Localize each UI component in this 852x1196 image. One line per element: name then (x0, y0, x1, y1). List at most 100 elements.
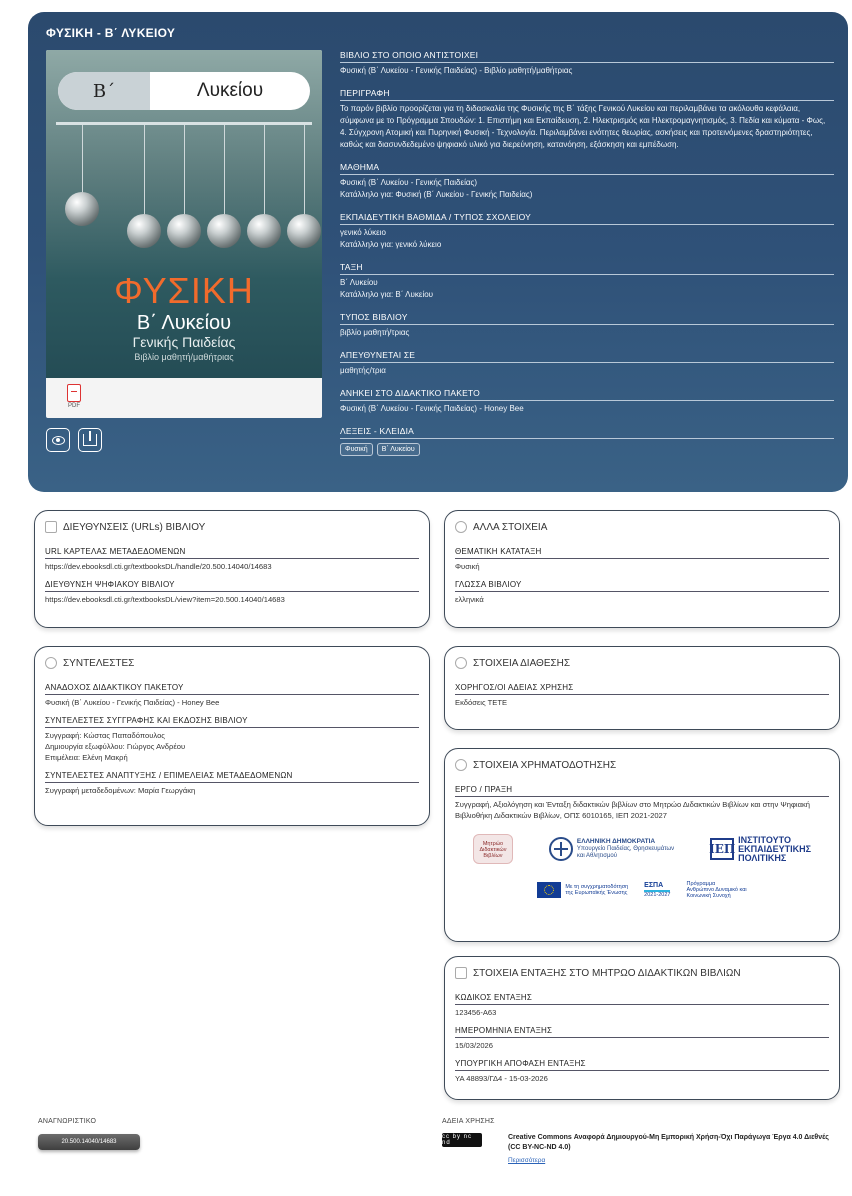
card-title: ΣΤΟΙΧΕΙΑ ΔΙΑΘΕΣΗΣ (473, 657, 571, 669)
field-label: ΣΥΝΤΕΛΕΣΤΕΣ ΣΥΓΓΡΑΦΗΣ ΚΑΙ ΕΚΔΟΣΗΣ ΒΙΒΛΙΟ… (45, 716, 419, 728)
cradle-ball (287, 214, 321, 248)
meta-label: ΜΑΘΗΜΑ (340, 162, 834, 175)
meta-value: βιβλίο μαθητή/τριας (340, 328, 410, 337)
contributors-card: ΣΥΝΤΕΛΕΣΤΕΣ ΑΝΑΔΟΧΟΣ ΔΙΔΑΚΤΙΚΟΥ ΠΑΚΕΤΟΥ … (34, 646, 430, 826)
triangle-icon (455, 759, 467, 771)
digital-book-url-link[interactable]: https://dev.ebooksdl.cti.gr/textbooksDL/… (45, 594, 419, 605)
cradle-ball (65, 192, 99, 226)
meta-group: ΑΠΕΥΘΥΝΕΤΑΙ ΣΕ μαθητής/τρια (340, 350, 834, 377)
field-value: 123456-A63 (455, 1008, 497, 1017)
field-value: Εκδόσεις ΤΕΤΕ (455, 698, 508, 707)
cover-pill-right: Λυκείου (196, 80, 264, 101)
meta-group-keywords: ΛΕΞΕΙΣ - ΚΛΕΙΔΙΑ Φυσική Β΄ Λυκείου (340, 426, 834, 456)
cradle-string (264, 125, 265, 221)
cradle-string (304, 125, 305, 221)
meta-value: Το παρόν βιβλίο προορίζεται για τη διδασ… (340, 104, 826, 149)
field-value: ελληνικά (455, 595, 484, 604)
cradle-ball (247, 214, 281, 248)
cradle-ball (127, 214, 161, 248)
registry-icon (455, 967, 467, 979)
field-label: ΗΜΕΡΟΜΗΝΙΑ ΕΝΤΑΞΗΣ (455, 1026, 829, 1038)
field-value: 15/03/2026 (455, 1041, 494, 1050)
keyword-tags: Φυσική Β΄ Λυκείου (340, 443, 834, 456)
cradle-string (82, 125, 83, 195)
cover-book-type: Βιβλίο μαθητή/μαθήτριας (134, 352, 234, 362)
meta-group: ΤΑΞΗ Β΄ Λυκείου Κατάλληλο για: Β΄ Λυκείο… (340, 262, 834, 301)
keyword-tag[interactable]: Φυσική (340, 443, 373, 456)
availability-card: ΣΤΟΙΧΕΙΑ ΔΙΑΘΕΣΗΣ ΧΟΡΗΓΟΣ/ΟΙ ΑΔΕΙΑΣ ΧΡΗΣ… (444, 646, 840, 730)
pdf-label: PDF (68, 403, 80, 409)
meta-group: ΑΝΗΚΕΙ ΣΤΟ ΔΙΔΑΚΤΙΚΟ ΠΑΚΕΤΟ Φυσική (Β΄ Λ… (340, 388, 834, 415)
field-label: ΧΟΡΗΓΟΣ/ΟΙ ΑΔΕΙΑΣ ΧΡΗΣΗΣ (455, 683, 829, 695)
cradle-ball (167, 214, 201, 248)
meta-group: ΠΕΡΙΓΡΑΦΗ Το παρόν βιβλίο προορίζεται γι… (340, 88, 834, 151)
book-cover-image[interactable]: Β΄ Λυκείου ΦΥΣΙΚΗ Β΄ Λυκείου Γενικής Παι… (46, 50, 322, 378)
field-label: ΑΝΑΔΟΧΟΣ ΔΙΔΑΚΤΙΚΟΥ ΠΑΚΕΤΟΥ (45, 683, 419, 695)
funding-logos-row: Μητρώο Διδακτικών Βιβλίων ΕΛΛΗΝΙΚΗ ΔΗΜΟΚ… (455, 829, 829, 869)
eu-flag-icon (537, 882, 562, 898)
book-metadata: ΒΙΒΛΙΟ ΣΤΟ ΟΠΟΙΟ ΑΝΤΙΣΤΟΙΧΕΙ Φυσική (Β΄ … (340, 50, 834, 467)
espa-logo: ΕΣΠΑ 2021-2027 (644, 882, 671, 898)
field-label: ΘΕΜΑΤΙΚΗ ΚΑΤΑΤΑΞΗ (455, 547, 829, 559)
identifier-copy-button[interactable]: 20.500.14040/14683 (38, 1134, 140, 1150)
meta-group: ΜΑΘΗΜΑ Φυσική (Β΄ Λυκείου - Γενικής Παιδ… (340, 162, 834, 201)
license-more-link[interactable]: Περισσότερα (508, 1157, 545, 1164)
card-title: ΑΛΛΑ ΣΤΟΙΧΕΙΑ (473, 521, 548, 533)
cradle-ball (207, 214, 241, 248)
field-value: Φυσική (455, 562, 480, 571)
meta-value: Φυσική (Β΄ Λυκείου - Γενικής Παιδείας) -… (340, 66, 573, 75)
meta-label: ΕΚΠΑΙΔΕΥΤΙΚΗ ΒΑΘΜΙΔΑ / ΤΥΠΟΣ ΣΧΟΛΕΙΟΥ (340, 212, 834, 225)
cover-grade-pill: Β΄ Λυκείου (58, 72, 310, 110)
meta-value: Κατάλληλο για: Φυσική (Β΄ Λυκείου - Γενι… (340, 190, 533, 199)
keyword-tag[interactable]: Β΄ Λυκείου (376, 443, 420, 456)
field-label: ΚΩΔΙΚΟΣ ΕΝΤΑΞΗΣ (455, 993, 829, 1005)
view-button[interactable] (46, 428, 70, 452)
card-title: ΣΥΝΤΕΛΕΣΤΕΣ (63, 657, 135, 669)
mitroo-logo: Μητρώο Διδακτικών Βιβλίων (472, 834, 513, 864)
field-value: Φυσική (Β΄ Λυκείου - Γενικής Παιδείας) -… (45, 698, 220, 707)
info-icon (455, 521, 467, 533)
card-title: ΣΤΟΙΧΕΙΑ ΕΝΤΑΞΗΣ ΣΤΟ ΜΗΤΡΩΟ ΔΙΔΑΚΤΙΚΩΝ Β… (473, 967, 741, 979)
field-value: Συγγραφή, Αξιολόγηση και Ένταξη διδακτικ… (455, 800, 810, 820)
meta-label: ΒΙΒΛΙΟ ΣΤΟ ΟΠΟΙΟ ΑΝΤΙΣΤΟΙΧΕΙ (340, 50, 834, 63)
hellenic-republic-logo: ΕΛΛΗΝΙΚΗ ΔΗΜΟΚΡΑΤΙΑ Υπουργείο Παιδείας, … (548, 837, 674, 861)
field-label: ΔΙΕΥΘΥΝΣΗ ΨΗΦΙΑΚΟΥ ΒΙΒΛΙΟΥ (45, 580, 419, 592)
field-value: Επιμέλεια: Ελένη Μακρή (45, 753, 128, 762)
meta-label: ΑΝΗΚΕΙ ΣΤΟ ΔΙΔΑΚΤΙΚΟ ΠΑΚΕΤΟ (340, 388, 834, 401)
meta-value: Κατάλληλο για: Β΄ Λυκείου (340, 290, 434, 299)
metadata-url-link[interactable]: https://dev.ebooksdl.cti.gr/textbooksDL/… (45, 561, 419, 572)
meta-value: γενικό λύκειο (340, 228, 386, 237)
meta-label: ΑΠΕΥΘΥΝΕΤΑΙ ΣΕ (340, 350, 834, 363)
book-title: ΦΥΣΙΚΗ - Β΄ ΛΥΚΕΙΟΥ (46, 26, 176, 40)
cover-track: Γενικής Παιδείας (132, 334, 236, 350)
program-logo: Πρόγραμμα Ανθρώπινο Δυναμικό και Κοινωνι… (686, 881, 747, 899)
people-icon (45, 657, 57, 669)
download-icon (83, 431, 97, 446)
funding-card: ΣΤΟΙΧΕΙΑ ΧΡΗΜΑΤΟΔΟΤΗΣΗΣ ΕΡΓΟ / ΠΡΑΞΗ Συγ… (444, 748, 840, 942)
meta-group: ΕΚΠΑΙΔΕΥΤΙΚΗ ΒΑΘΜΙΔΑ / ΤΥΠΟΣ ΣΧΟΛΕΙΟΥ γε… (340, 212, 834, 251)
field-label: ΓΛΩΣΣΑ ΒΙΒΛΙΟΥ (455, 580, 829, 592)
license-label: ΑΔΕΙΑ ΧΡΗΣΗΣ (442, 1118, 495, 1125)
pdf-icon[interactable]: PDF (64, 384, 84, 412)
field-label: ΕΡΓΟ / ΠΡΑΞΗ (455, 785, 829, 797)
license-text: Creative Commons Αναφορά Δημιουργού-Μη Ε… (508, 1134, 829, 1151)
cover-pill-left: Β΄ (58, 72, 150, 110)
download-button[interactable] (78, 428, 102, 452)
meta-label: ΛΕΞΕΙΣ - ΚΛΕΙΔΙΑ (340, 426, 834, 439)
field-value: Συγγραφή μεταδεδομένων: Μαρία Γεωργάκη (45, 786, 196, 795)
meta-value: Φυσική (Β΄ Λυκείου - Γενικής Παιδείας) (340, 178, 477, 187)
registry-card: ΣΤΟΙΧΕΙΑ ΕΝΤΑΞΗΣ ΣΤΟ ΜΗΤΡΩΟ ΔΙΔΑΚΤΙΚΩΝ Β… (444, 956, 840, 1100)
field-label: ΣΥΝΤΕΛΕΣΤΕΣ ΑΝΑΠΤΥΞΗΣ / ΕΠΙΜΕΛΕΙΑΣ ΜΕΤΑΔ… (45, 771, 419, 783)
emblem-icon (548, 837, 573, 861)
meta-value: Φυσική (Β΄ Λυκείου - Γενικής Παιδείας) -… (340, 404, 524, 413)
identifier-label: ΑΝΑΓΝΩΡΙΣΤΙΚΟ (38, 1118, 97, 1125)
card-title: ΔΙΕΥΘΥΝΣΕΙΣ (URLs) ΒΙΒΛΙΟΥ (63, 521, 206, 533)
field-value: Συγγραφή: Κώστας Παπαδόπουλος (45, 731, 165, 740)
eu-logos-row: Με τη συγχρηματοδότηση της Ευρωπαϊκής Έν… (455, 875, 829, 905)
meta-value: Β΄ Λυκείου (340, 278, 378, 287)
field-label: ΥΠΟΥΡΓΙΚΗ ΑΠΟΦΑΣΗ ΕΝΤΑΞΗΣ (455, 1059, 829, 1071)
cc-license-icon[interactable]: cc by nc nd (442, 1133, 482, 1147)
cradle-string (224, 125, 225, 221)
meta-value: μαθητής/τρια (340, 366, 386, 375)
meta-label: ΤΑΞΗ (340, 262, 834, 275)
